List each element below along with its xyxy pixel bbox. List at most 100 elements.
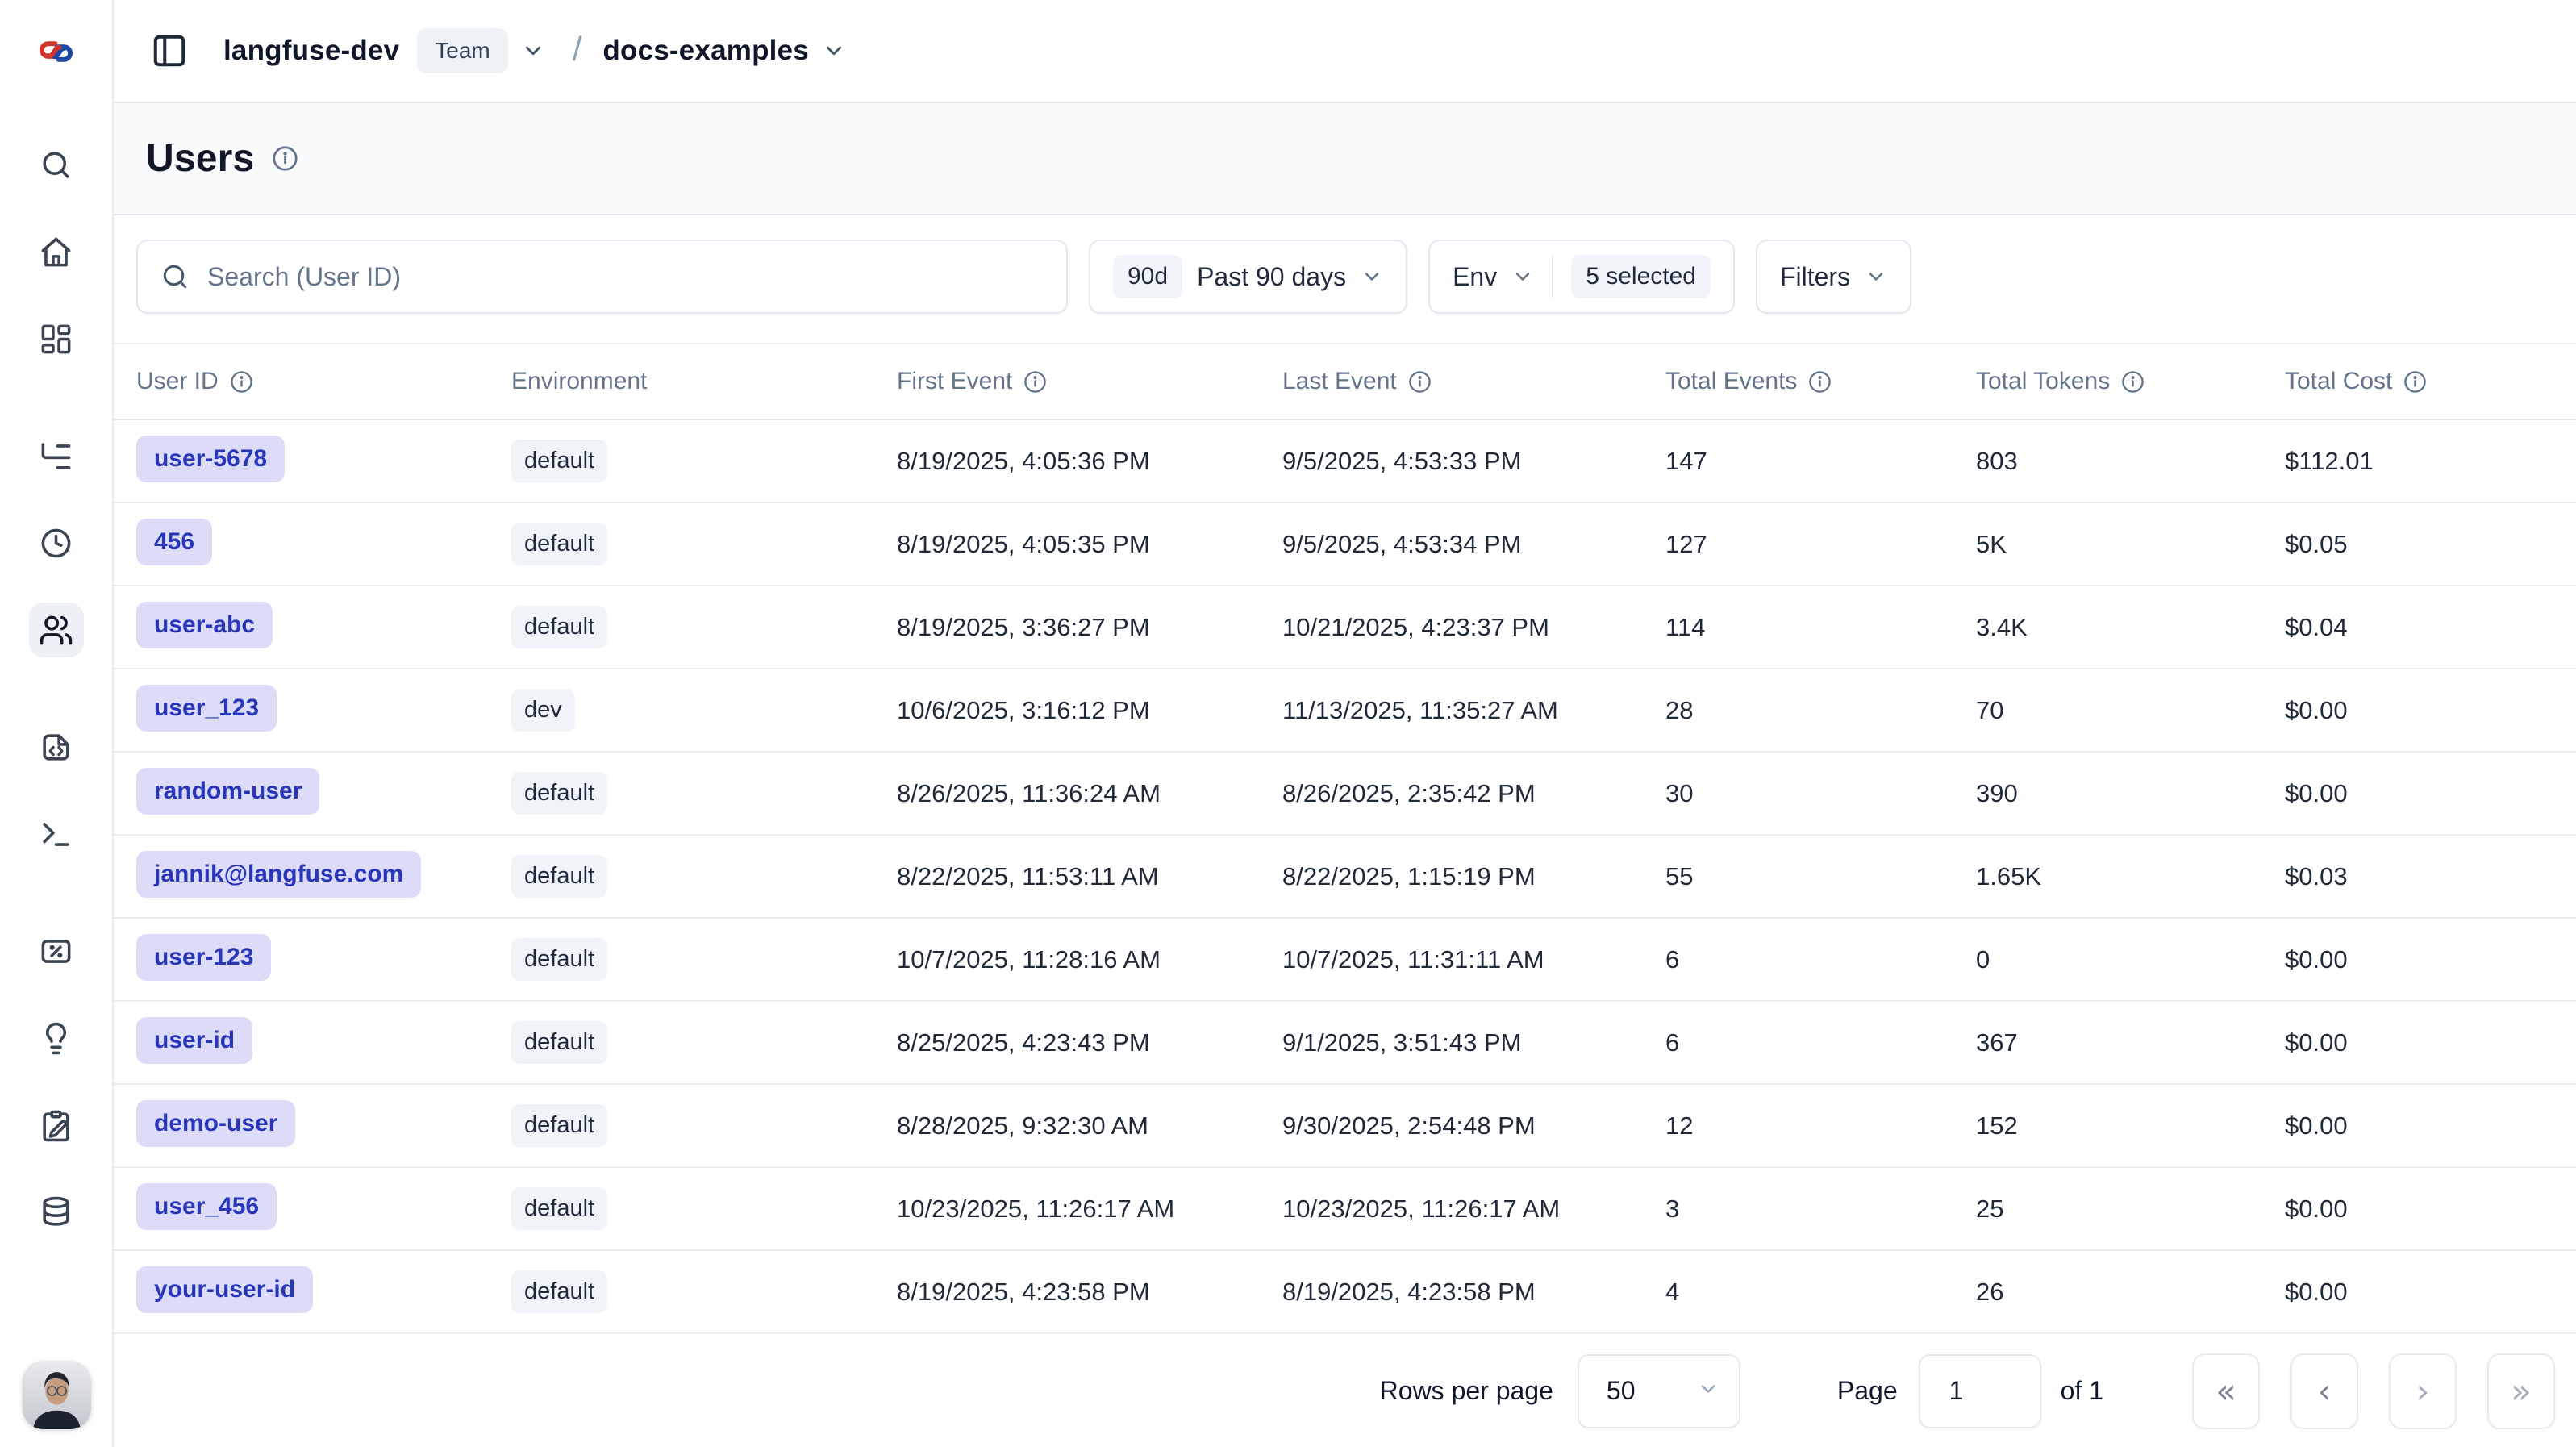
rows-per-page-select[interactable]: 50 bbox=[1578, 1354, 1740, 1428]
sidebar-item-datasets[interactable] bbox=[29, 1185, 84, 1240]
table-row[interactable]: your-user-id default 8/19/2025, 4:23:58 … bbox=[114, 1251, 2576, 1334]
column-header-label: User ID bbox=[136, 368, 219, 395]
sidebar-item-prompts[interactable] bbox=[29, 719, 84, 774]
table-row[interactable]: user-5678 default 8/19/2025, 4:05:36 PM … bbox=[114, 420, 2576, 503]
sidebar-item-home[interactable] bbox=[29, 224, 84, 279]
total-events-cell: 30 bbox=[1665, 779, 1976, 808]
environment-badge: default bbox=[511, 855, 607, 898]
table-row[interactable]: user_456 default 10/23/2025, 11:26:17 AM… bbox=[114, 1168, 2576, 1251]
sidebar-item-annotation[interactable] bbox=[29, 1098, 84, 1153]
filters-button[interactable]: Filters bbox=[1756, 240, 1911, 314]
total-events-cell: 55 bbox=[1665, 862, 1976, 891]
user-id-badge[interactable]: user-5678 bbox=[136, 436, 285, 482]
first-event-cell: 10/7/2025, 11:28:16 AM bbox=[897, 945, 1282, 974]
sidebar-item-search[interactable] bbox=[29, 137, 84, 192]
column-info-icon[interactable] bbox=[1808, 370, 1832, 394]
column-header: Total Cost bbox=[2285, 368, 2553, 395]
date-range-button[interactable]: 90d Past 90 days bbox=[1089, 240, 1407, 314]
user-id-badge[interactable]: user_123 bbox=[136, 685, 277, 732]
total-cost-cell: $0.00 bbox=[2285, 1278, 2553, 1307]
total-tokens-cell: 3.4K bbox=[1976, 613, 2285, 642]
column-header-label: Last Event bbox=[1282, 368, 1397, 395]
total-cost-cell: $0.00 bbox=[2285, 1028, 2553, 1057]
sidebar-item-users[interactable] bbox=[29, 603, 84, 657]
total-cost-cell: $0.00 bbox=[2285, 779, 2553, 808]
total-cost-cell: $112.01 bbox=[2285, 447, 2553, 476]
rows-per-page-label: Rows per page bbox=[1380, 1376, 1553, 1406]
column-info-icon[interactable] bbox=[1408, 370, 1432, 394]
table-row[interactable]: 456 default 8/19/2025, 4:05:35 PM 9/5/20… bbox=[114, 503, 2576, 586]
next-page-button[interactable]: › bbox=[2389, 1353, 2457, 1429]
first-page-button[interactable]: « bbox=[2192, 1353, 2260, 1429]
top-header: langfuse-dev Team / docs-examples bbox=[114, 0, 2576, 103]
total-cost-cell: $0.05 bbox=[2285, 530, 2553, 559]
column-info-icon[interactable] bbox=[230, 370, 253, 394]
table-row[interactable]: user-abc default 8/19/2025, 3:36:27 PM 1… bbox=[114, 586, 2576, 669]
user-id-badge[interactable]: 456 bbox=[136, 519, 212, 565]
pagination-bar: Rows per page 50 Page of 1 « ‹ › » bbox=[114, 1335, 2576, 1447]
annotation-icon bbox=[39, 1108, 73, 1143]
column-info-icon[interactable] bbox=[1023, 370, 1047, 394]
org-name[interactable]: langfuse-dev bbox=[223, 35, 399, 67]
table-row[interactable]: user_123 dev 10/6/2025, 3:16:12 PM 11/13… bbox=[114, 669, 2576, 753]
column-header: Environment bbox=[511, 368, 897, 395]
table-row[interactable]: user-id default 8/25/2025, 4:23:43 PM 9/… bbox=[114, 1002, 2576, 1085]
first-event-cell: 8/26/2025, 11:36:24 AM bbox=[897, 779, 1282, 808]
total-cost-cell: $0.00 bbox=[2285, 1111, 2553, 1141]
user-id-badge[interactable]: your-user-id bbox=[136, 1266, 313, 1313]
env-divider bbox=[1552, 256, 1553, 298]
user-id-badge[interactable]: user-abc bbox=[136, 602, 273, 648]
sidebar-item-playground[interactable] bbox=[29, 807, 84, 861]
environment-badge: dev bbox=[511, 689, 575, 732]
search-icon bbox=[160, 262, 190, 291]
user-id-badge[interactable]: jannik@langfuse.com bbox=[136, 851, 421, 898]
env-filter-button[interactable]: Env 5 selected bbox=[1428, 240, 1735, 314]
page-title: Users bbox=[146, 136, 254, 181]
user-id-badge[interactable]: user-id bbox=[136, 1017, 252, 1064]
search-input[interactable] bbox=[207, 262, 1044, 292]
total-events-cell: 127 bbox=[1665, 530, 1976, 559]
project-name[interactable]: docs-examples bbox=[602, 35, 809, 67]
first-event-cell: 8/19/2025, 4:23:58 PM bbox=[897, 1278, 1282, 1307]
prev-page-button[interactable]: ‹ bbox=[2290, 1353, 2358, 1429]
first-event-cell: 8/28/2025, 9:32:30 AM bbox=[897, 1111, 1282, 1141]
sidebar-item-sessions[interactable] bbox=[29, 515, 84, 570]
last-event-cell: 9/5/2025, 4:53:34 PM bbox=[1282, 530, 1665, 559]
user-id-badge[interactable]: random-user bbox=[136, 768, 319, 815]
first-event-cell: 8/19/2025, 3:36:27 PM bbox=[897, 613, 1282, 642]
user-id-badge[interactable]: demo-user bbox=[136, 1100, 295, 1147]
sidebar-item-scores[interactable] bbox=[29, 924, 84, 978]
prompts-icon bbox=[39, 730, 73, 765]
env-chevron-down-icon bbox=[1511, 265, 1534, 288]
org-chevron-down-icon[interactable] bbox=[521, 39, 545, 63]
table-row[interactable]: random-user default 8/26/2025, 11:36:24 … bbox=[114, 753, 2576, 836]
project-chevron-down-icon[interactable] bbox=[822, 39, 846, 63]
column-header-label: Total Tokens bbox=[1976, 368, 2110, 395]
sidebar-toggle-icon[interactable] bbox=[149, 31, 190, 71]
total-events-cell: 28 bbox=[1665, 696, 1976, 725]
last-event-cell: 9/1/2025, 3:51:43 PM bbox=[1282, 1028, 1665, 1057]
search-box bbox=[136, 240, 1068, 314]
page-title-info-icon[interactable] bbox=[272, 145, 298, 172]
user-id-badge[interactable]: user-123 bbox=[136, 934, 271, 981]
column-info-icon[interactable] bbox=[2403, 370, 2427, 394]
environment-badge: default bbox=[511, 606, 607, 648]
filters-label: Filters bbox=[1780, 262, 1850, 292]
sidebar-item-tracing[interactable] bbox=[29, 428, 84, 483]
total-tokens-cell: 0 bbox=[1976, 945, 2285, 974]
page-number-input[interactable] bbox=[1919, 1354, 2041, 1428]
last-event-cell: 10/21/2025, 4:23:37 PM bbox=[1282, 613, 1665, 642]
table-row[interactable]: jannik@langfuse.com default 8/22/2025, 1… bbox=[114, 836, 2576, 919]
user-id-badge[interactable]: user_456 bbox=[136, 1183, 277, 1230]
column-info-icon[interactable] bbox=[2121, 370, 2145, 394]
langfuse-logo[interactable] bbox=[0, 0, 112, 103]
sidebar-item-dashboards[interactable] bbox=[29, 311, 84, 366]
table-row[interactable]: user-123 default 10/7/2025, 11:28:16 AM … bbox=[114, 919, 2576, 1002]
filters-chevron-down-icon bbox=[1865, 265, 1887, 288]
total-tokens-cell: 1.65K bbox=[1976, 862, 2285, 891]
last-page-button[interactable]: » bbox=[2487, 1353, 2555, 1429]
sidebar-item-evaluators[interactable] bbox=[29, 1011, 84, 1065]
user-avatar[interactable] bbox=[23, 1361, 91, 1429]
scores-icon bbox=[39, 934, 73, 969]
table-row[interactable]: demo-user default 8/28/2025, 9:32:30 AM … bbox=[114, 1085, 2576, 1168]
